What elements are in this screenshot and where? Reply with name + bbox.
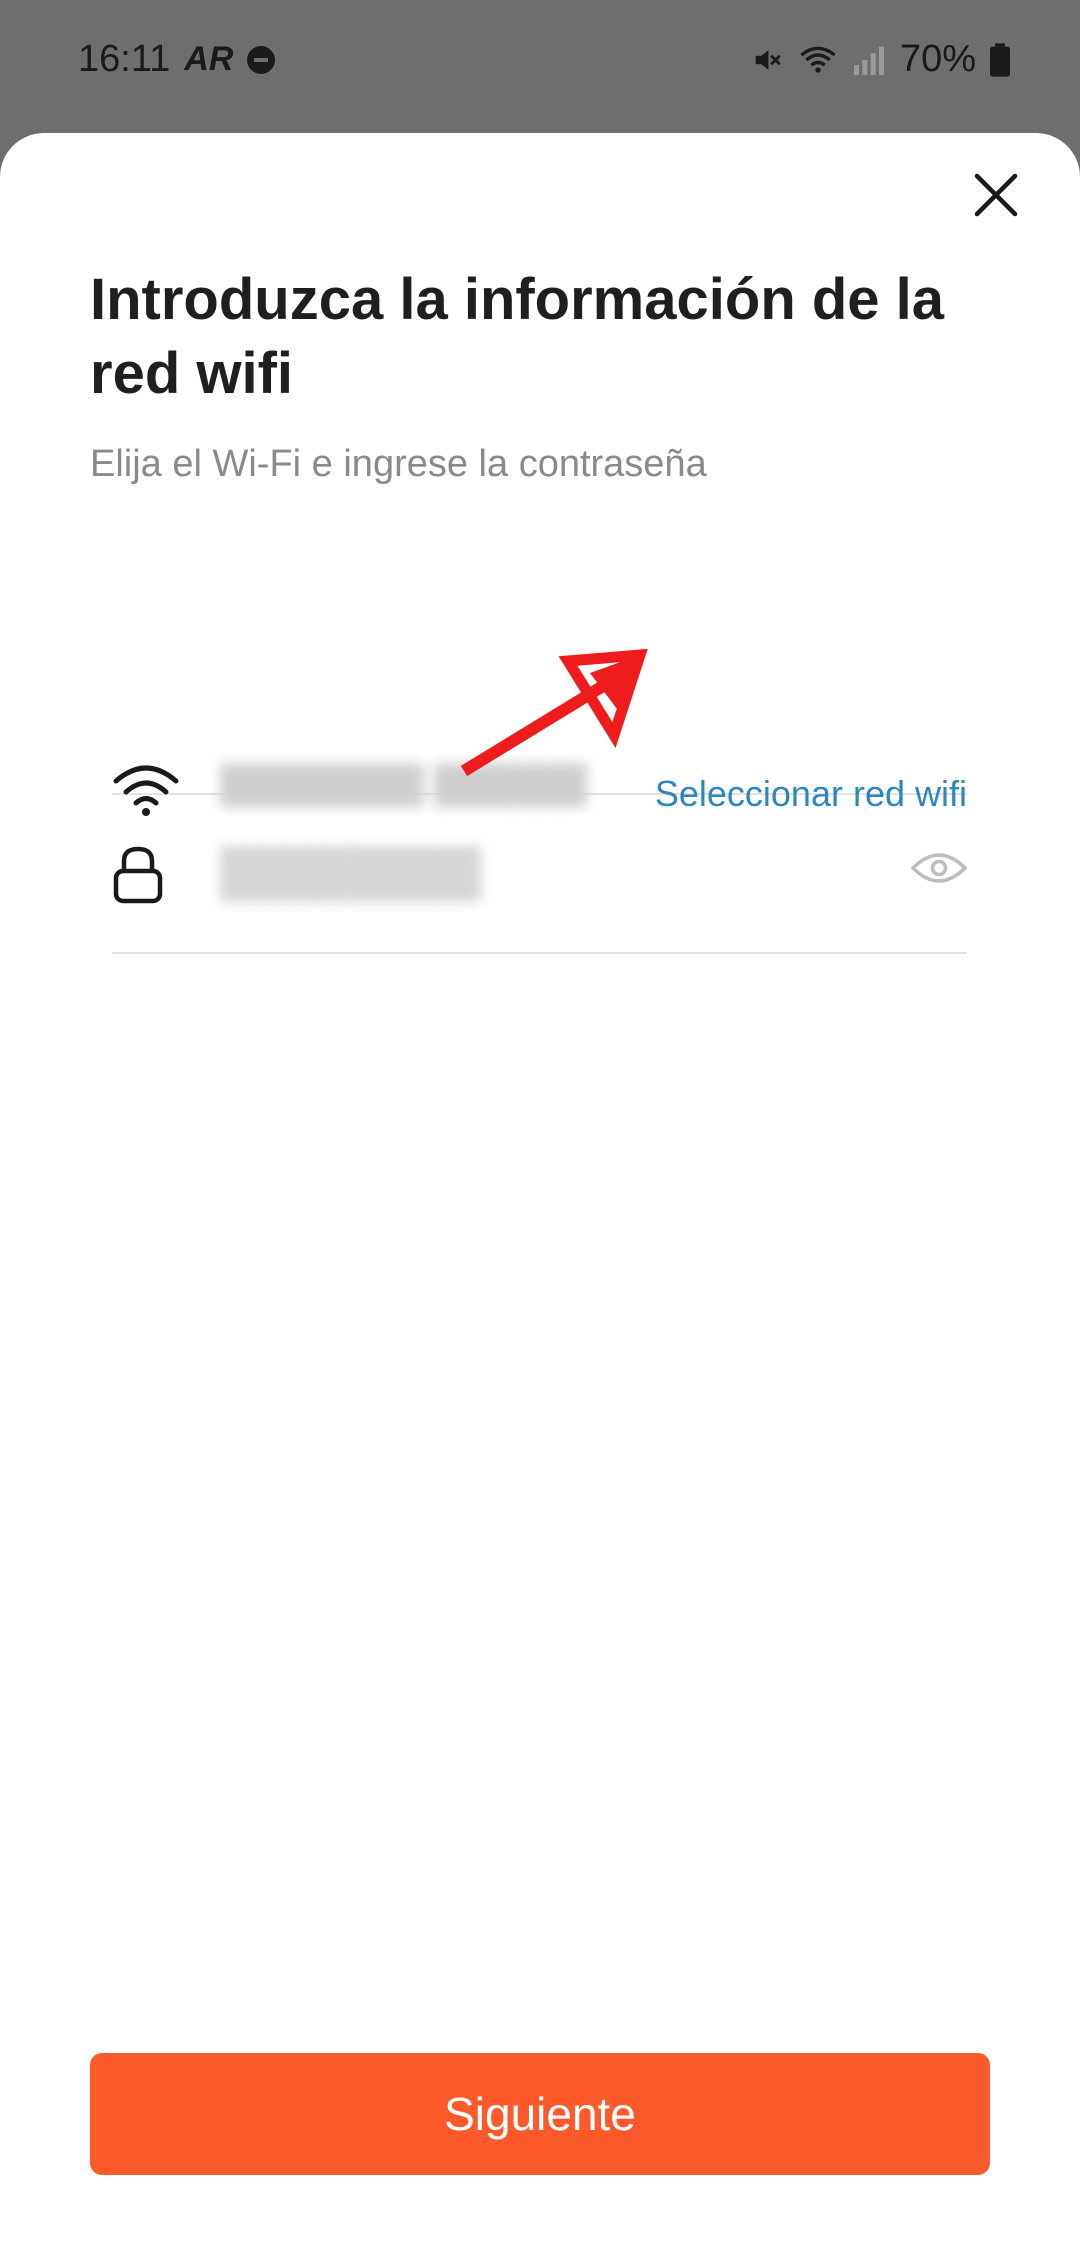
password-field[interactable]: ████████ bbox=[220, 845, 481, 899]
password-row[interactable]: ████████ bbox=[112, 795, 967, 954]
next-button[interactable]: Siguiente bbox=[90, 2053, 990, 2175]
status-time: 16:11 bbox=[78, 38, 171, 80]
status-bar: 16:11 AR 70% bbox=[0, 0, 1080, 130]
ar-icon: AR bbox=[184, 40, 234, 78]
close-icon bbox=[974, 173, 1018, 217]
signal-icon bbox=[853, 46, 884, 75]
status-right: 70% bbox=[750, 38, 1010, 81]
eye-icon[interactable] bbox=[911, 850, 967, 886]
battery-percent: 70% bbox=[899, 38, 976, 80]
do-not-disturb-icon bbox=[247, 45, 276, 74]
wifi-info-sheet: Introduzca la información de la red wifi… bbox=[0, 133, 1080, 2260]
arrow-annotation bbox=[460, 648, 648, 777]
page-title: Introduzca la información de la red wifi bbox=[90, 267, 945, 406]
status-left: 16:11 AR bbox=[78, 38, 276, 81]
mute-icon bbox=[755, 49, 781, 70]
wifi-status-icon bbox=[800, 46, 836, 73]
page-subtitle: Elija el Wi-Fi e ingrese la contraseña bbox=[90, 443, 707, 485]
close-button[interactable] bbox=[964, 163, 1028, 227]
battery-icon bbox=[990, 42, 1010, 77]
lock-icon bbox=[113, 846, 163, 904]
